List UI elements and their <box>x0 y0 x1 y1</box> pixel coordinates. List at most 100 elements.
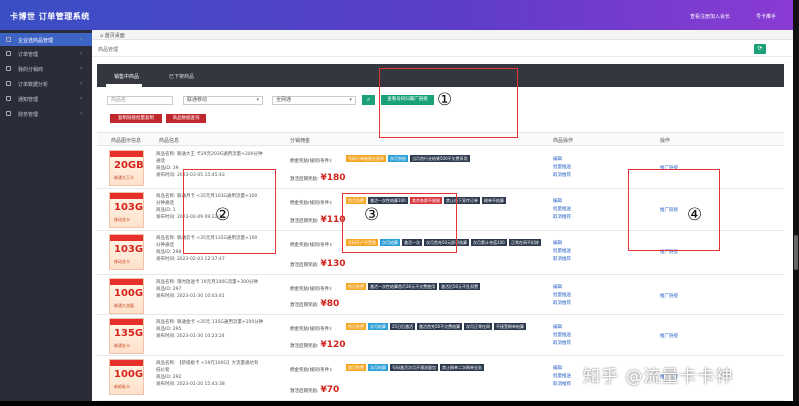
reward-amount: ¥120 <box>320 340 346 350</box>
chevron-left-icon: ‹ <box>80 110 83 117</box>
cancel-recommend-link[interactable]: 取消推荐 <box>553 256 571 264</box>
edit-link[interactable]: 编辑 <box>553 284 571 292</box>
product-image[interactable]: 20GB 联通大王卡 <box>109 150 144 186</box>
user-menu[interactable]: 号卡推手 <box>756 13 776 20</box>
image-banner <box>110 193 143 199</box>
batch-push-link[interactable]: 批量推送 <box>553 373 571 381</box>
product-query-button[interactable]: 商品数据查询 <box>166 114 206 123</box>
product-info-line: 发布时间: 2023-01-30 10:03:41 <box>156 294 225 299</box>
scrollbar[interactable] <box>793 0 799 406</box>
province-select[interactable]: 全网通 ▾ <box>272 96 356 105</box>
copy-links-button[interactable]: 复制链接批量复制 <box>110 114 162 123</box>
register-link[interactable]: 查看注册加入会长 <box>690 13 730 20</box>
rule-tag: 首月免费 <box>346 283 366 290</box>
promo-link[interactable]: 推广链接 <box>660 333 678 339</box>
batch-push-link[interactable]: 批量推送 <box>553 332 571 340</box>
product-ops: 编辑 批量推送 取消推荐 <box>553 324 571 348</box>
image-banner <box>110 279 143 285</box>
annotation-1: ① <box>437 90 453 110</box>
sidebar-item-products[interactable]: 企业选商品管理 ‹ <box>0 33 92 46</box>
chevron-left-icon: ‹ <box>80 65 83 72</box>
rule-tag: 号码订单结果全部享 <box>346 155 386 162</box>
commission-label: 佣金奖励(规则/条件): <box>290 287 333 292</box>
edit-link[interactable]: 编辑 <box>553 240 571 248</box>
image-banner <box>110 151 143 157</box>
annotation-box-3 <box>342 193 457 253</box>
rule-tag: 刷单不结算 <box>482 197 506 204</box>
col-commission: 分销佣金 <box>290 138 311 144</box>
reward-amount: ¥80 <box>320 299 340 309</box>
cancel-recommend-link[interactable]: 取消推荐 <box>553 381 571 389</box>
batch-push-link[interactable]: 批量推送 <box>553 164 571 172</box>
product-image[interactable]: 103G 移动花卡 <box>109 192 144 228</box>
refresh-icon: ⟳ <box>757 45 763 52</box>
product-info-line: 发布时间: 2023-01-20 15:43:38 <box>156 382 225 387</box>
promo-link[interactable]: 推广链接 <box>660 293 678 299</box>
tab-on-sale[interactable]: 销售中商品 <box>114 73 139 80</box>
product-info-line: 低价套 <box>156 368 170 373</box>
breadcrumb-current: 商品管理 <box>98 47 119 53</box>
box-icon <box>6 37 11 42</box>
cancel-recommend-link[interactable]: 取消推荐 <box>553 340 571 348</box>
table-row: 135G 联通金卡 商品名称: 联通金卡 <35元 135G通用流量+100分钟 商品… <box>97 315 784 356</box>
chart-icon <box>6 81 11 86</box>
image-caption: 新纸板卡 <box>114 384 130 389</box>
rule-tag: 当月首行业结果500不欠费享用 <box>410 155 470 162</box>
sidebar-item-distributors[interactable]: 我的分销商 ‹ <box>0 62 92 75</box>
edit-link[interactable]: 编辑 <box>553 365 571 373</box>
sidebar: 企业选商品管理 ‹ 订单管理 ‹ 我的分销商 ‹ 订单数据分析 ‹ 通知管理 ‹ 财务管理… <box>0 30 92 401</box>
batch-push-link[interactable]: 批量推送 <box>553 248 571 256</box>
reward-info: 激活后期奖励: ¥80 <box>290 299 339 309</box>
active-tab-indicator <box>106 84 142 87</box>
product-info-line: 通话 <box>156 159 165 164</box>
product-info: 商品名称: 【新纸板卡 <19元100G】大流量通达有 低价套 商品ID: 292 发… <box>156 360 280 388</box>
table-row: 100G 联通大流量 商品名称: 限时放送卡 19元月100G流量+300分钟 商品I… <box>97 275 784 315</box>
watermark: 知乎 @流量卡卡神 <box>583 367 734 387</box>
annotation-2: ② <box>215 205 231 225</box>
product-image[interactable]: 100G 新纸板卡 <box>109 359 144 395</box>
annotation-box-4 <box>628 169 720 251</box>
chevron-left-icon: ‹ <box>80 80 83 87</box>
commission-label: 佣金奖励(规则/条件): <box>290 327 333 332</box>
product-image[interactable]: 100G 联通大流量 <box>109 278 144 314</box>
rule-tag: 25日后激活 <box>390 323 416 330</box>
search-button[interactable]: ⌕ <box>362 95 375 105</box>
cancel-recommend-link[interactable]: 取消推荐 <box>553 172 571 180</box>
sidebar-item-notice[interactable]: 通知管理 ‹ <box>0 92 92 105</box>
product-ops: 编辑 批量推送 取消推荐 <box>553 198 571 222</box>
sidebar-item-finance[interactable]: 财务管理 ‹ <box>0 107 92 120</box>
batch-push-link[interactable]: 批量推送 <box>553 292 571 300</box>
refresh-button[interactable]: ⟳ <box>754 44 766 54</box>
image-banner <box>110 235 143 241</box>
app-window: 卡博世 订单管理系统 查看注册加入会长 号卡推手 企业选商品管理 ‹ 订单管理 ‹ … <box>0 0 793 401</box>
image-flow-amount: 100G <box>114 288 144 299</box>
cancel-recommend-link[interactable]: 取消推荐 <box>553 300 571 308</box>
image-caption: 移动花卡 <box>114 259 130 264</box>
product-name-input[interactable]: 商品名 <box>107 96 173 105</box>
operator-select[interactable]: 联通移动 ▾ <box>183 96 263 105</box>
edit-link[interactable]: 编辑 <box>553 156 571 164</box>
annotation-3: ③ <box>364 205 380 225</box>
users-icon <box>6 66 11 71</box>
sidebar-item-orders[interactable]: 订单管理 ‹ <box>0 47 92 60</box>
col-actions: 操作 <box>660 138 671 144</box>
edit-link[interactable]: 编辑 <box>553 324 571 332</box>
commission-label: 佣金奖励(规则/条件): <box>290 159 333 164</box>
list-icon <box>6 51 11 56</box>
rule-tag: 号码激活次月开通流量包 <box>390 364 438 371</box>
product-info: 商品名称: 限时放送卡 19元月100G流量+300分钟 商品ID: 297 发布时… <box>156 279 280 300</box>
cancel-recommend-link[interactable]: 取消推荐 <box>553 214 571 222</box>
product-image[interactable]: 135G 联通金卡 <box>109 318 144 354</box>
rule-tag: 次月累计充值100 <box>471 239 507 246</box>
chevron-down-icon: ▾ <box>349 97 352 103</box>
batch-push-link[interactable]: 批量推送 <box>553 206 571 214</box>
tab-off-shelf[interactable]: 已下架商品 <box>169 73 194 80</box>
product-image[interactable]: 103G 移动花卡 <box>109 234 144 270</box>
scrollbar-thumb[interactable] <box>794 235 798 270</box>
sidebar-item-analysis[interactable]: 订单数据分析 ‹ <box>0 77 92 90</box>
edit-link[interactable]: 编辑 <box>553 198 571 206</box>
image-caption: 联通大流量 <box>114 303 134 308</box>
reward-info: 激活后期奖励: ¥110 <box>290 215 346 225</box>
image-caption: 联通大王卡 <box>114 175 134 180</box>
tab-home[interactable]: ⌂ 首页桌面 <box>100 32 125 39</box>
